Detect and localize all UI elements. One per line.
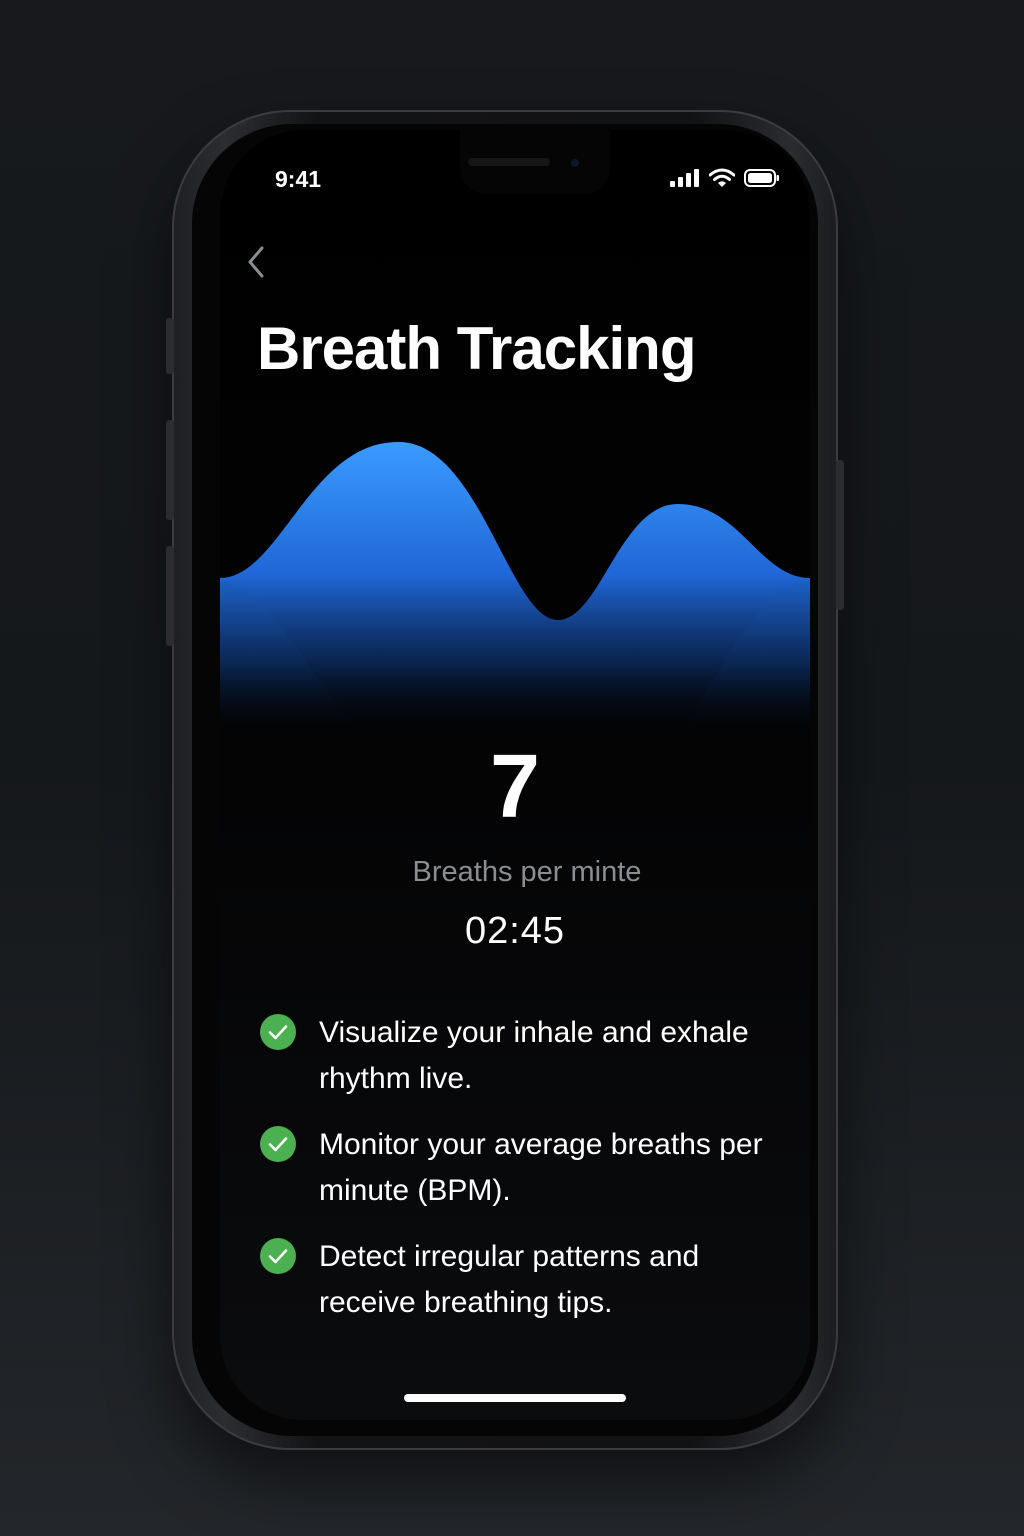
breaths-per-minute-label: Breaths per minte (412, 856, 642, 888)
feature-text: Monitor your average breaths per minute … (319, 1128, 763, 1207)
feature-item: Visualize your inhale and exhale rhythm … (258, 1010, 778, 1126)
wifi-icon (709, 168, 735, 187)
breaths-per-minute-value: 7 (489, 737, 541, 837)
breath-wave-chart (220, 441, 810, 740)
page-title: Breath Tracking (257, 315, 696, 382)
status-time: 9:41 (275, 166, 322, 192)
feature-text: Visualize your inhale and exhale rhythm … (319, 1016, 749, 1095)
signal-icon (670, 169, 699, 187)
power-button (836, 460, 844, 610)
feature-list: Visualize your inhale and exhale rhythm … (258, 1014, 778, 1326)
feature-item: Detect irregular patterns and receive br… (258, 1234, 778, 1326)
home-indicator[interactable] (404, 1394, 626, 1402)
check-circle-icon (260, 1238, 296, 1274)
session-timer: 02:45 (464, 910, 566, 952)
back-button[interactable] (240, 240, 272, 284)
earpiece-speaker (468, 158, 550, 166)
check-circle-icon (260, 1014, 296, 1050)
front-camera (571, 159, 579, 167)
battery-icon (744, 169, 779, 187)
volume-down-button (166, 546, 174, 646)
feature-item: Monitor your average breaths per minute … (258, 1122, 778, 1238)
volume-up-button (166, 420, 174, 520)
app-screen: 9:41 Breath Tracking 7 Breaths per minte… (220, 130, 810, 1420)
feature-text: Detect irregular patterns and receive br… (319, 1240, 700, 1319)
status-icons (670, 168, 780, 188)
mute-switch (166, 318, 174, 374)
chevron-left-icon (248, 246, 264, 278)
check-circle-icon (260, 1126, 296, 1162)
